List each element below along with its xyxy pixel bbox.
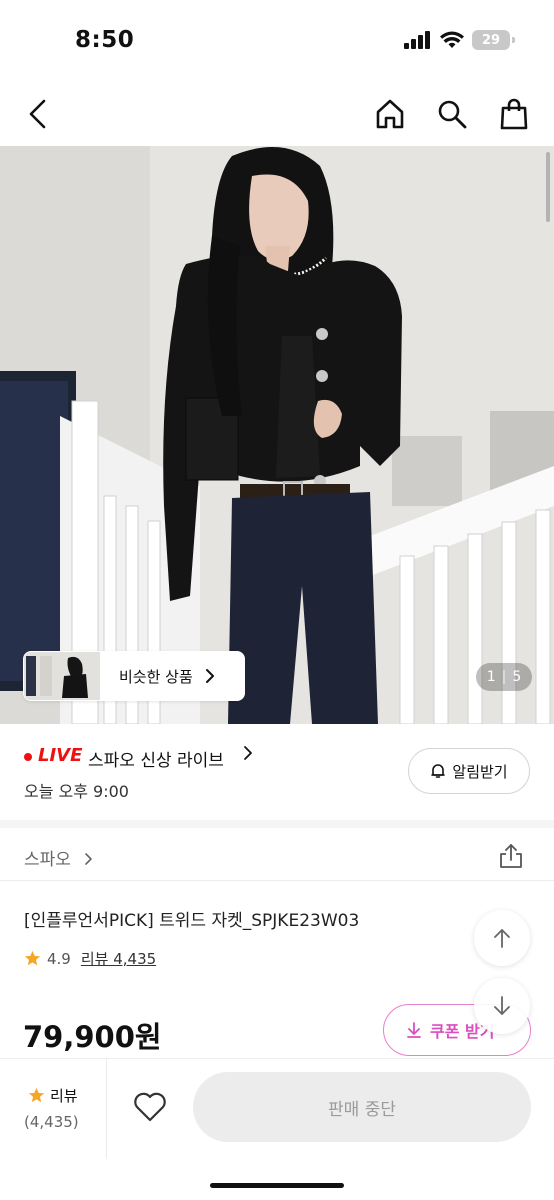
star-icon <box>28 1087 45 1103</box>
page-total: 5 <box>512 669 522 685</box>
product-name: [인플루언서PICK] 트위드 자켓_SPJKE23W03 <box>24 911 360 931</box>
chevron-right-icon <box>85 853 93 865</box>
chevron-right-icon[interactable] <box>243 744 253 767</box>
scroll-bottom-button[interactable] <box>474 978 530 1034</box>
home-icon <box>376 99 404 129</box>
share-icon <box>500 844 522 868</box>
product-photo <box>0 146 554 724</box>
bottom-action-bar: 리뷰 (4,435) 판매 중단 <box>0 1058 554 1200</box>
wifi-icon <box>440 31 464 48</box>
brand-name: 스파오 <box>24 850 71 870</box>
home-button[interactable] <box>370 94 410 134</box>
notify-button[interactable]: 알림받기 <box>408 748 530 794</box>
rating-row: 4.9 리뷰 4,435 <box>24 948 156 969</box>
rating-value: 4.9 <box>47 949 71 968</box>
similar-products-label: 비슷한 상품 <box>119 667 193 686</box>
status-time: 8:50 <box>75 27 135 53</box>
scroll-indicator <box>546 152 550 222</box>
arrow-up-icon <box>494 929 510 948</box>
download-icon <box>407 1022 421 1038</box>
live-tag: LIVE <box>38 745 83 766</box>
chevron-right-icon <box>205 668 215 684</box>
notify-label: 알림받기 <box>452 762 508 781</box>
gallery-page-indicator: 1 | 5 <box>476 663 532 691</box>
brand-row: 스파오 <box>0 828 554 888</box>
live-title-link[interactable]: 스파오 신상 라이브 <box>88 746 224 771</box>
shopping-bag-icon <box>500 98 528 130</box>
review-count-link[interactable]: 리뷰 4,435 <box>81 948 156 969</box>
search-button[interactable] <box>432 94 472 134</box>
signal-icon <box>404 31 430 49</box>
scroll-top-button[interactable] <box>474 910 530 966</box>
similar-product-thumbnail <box>24 652 100 700</box>
cart-button[interactable] <box>494 94 534 134</box>
product-price: 79,900원 <box>23 1020 162 1054</box>
share-button[interactable] <box>498 842 528 872</box>
top-nav <box>0 82 554 146</box>
wishlist-button[interactable] <box>128 1085 172 1129</box>
live-section: LIVE 스파오 신상 라이브 오늘 오후 9:00 알림받기 <box>0 724 554 820</box>
page-current: 1 <box>486 669 496 685</box>
heart-icon <box>134 1092 166 1122</box>
bell-icon <box>431 764 446 778</box>
page-separator: | <box>501 669 507 685</box>
sold-out-button: 판매 중단 <box>193 1072 531 1142</box>
status-bar: 8:50 29 <box>0 0 554 80</box>
star-icon <box>24 950 41 966</box>
review-label: 리뷰 <box>50 1087 78 1105</box>
review-summary-button[interactable]: 리뷰 (4,435) <box>0 1059 107 1159</box>
back-arrow-icon <box>29 99 46 129</box>
arrow-down-icon <box>494 996 510 1015</box>
divider <box>0 880 554 881</box>
brand-link[interactable]: 스파오 <box>24 845 93 870</box>
back-button[interactable] <box>18 94 58 134</box>
status-icons: 29 <box>404 30 515 50</box>
battery-icon: 29 <box>472 30 515 50</box>
search-icon <box>438 100 467 129</box>
product-image-gallery[interactable]: 비슷한 상품 1 | 5 <box>0 146 554 724</box>
similar-products-button[interactable]: 비슷한 상품 <box>23 651 245 701</box>
live-dot-icon <box>24 753 32 761</box>
home-indicator <box>210 1183 344 1188</box>
live-time: 오늘 오후 9:00 <box>24 782 129 801</box>
review-title: 리뷰 <box>28 1085 78 1106</box>
section-divider <box>0 820 554 828</box>
review-count: (4,435) <box>24 1113 79 1131</box>
